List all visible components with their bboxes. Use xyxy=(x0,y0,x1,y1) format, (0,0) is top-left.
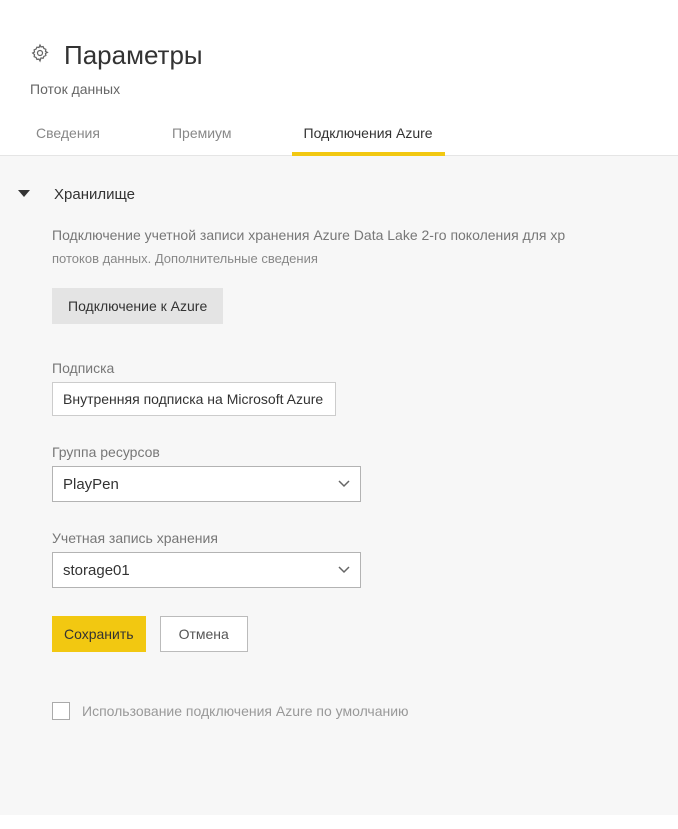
storage-description: Подключение учетной записи хранения Azur… xyxy=(52,227,648,243)
resource-group-select[interactable]: PlayPen xyxy=(52,466,361,502)
content-panel: Хранилище Подключение учетной записи хра… xyxy=(0,156,678,815)
storage-section-header[interactable]: Хранилище xyxy=(52,186,648,203)
chevron-down-icon xyxy=(338,478,350,490)
tabs: Сведения Премиум Подключения Azure xyxy=(0,115,678,156)
page-title: Параметры xyxy=(64,40,203,71)
resource-group-label: Группа ресурсов xyxy=(52,444,648,460)
page-header: Параметры xyxy=(0,0,678,81)
page-subtitle: Поток данных xyxy=(0,81,678,115)
connect-azure-button[interactable]: Подключение к Azure xyxy=(52,288,223,324)
chevron-down-icon xyxy=(338,564,350,576)
tab-premium[interactable]: Премиум xyxy=(166,115,238,155)
storage-account-select[interactable]: storage01 xyxy=(52,552,361,588)
storage-account-label: Учетная запись хранения xyxy=(52,530,648,546)
storage-section-title: Хранилище xyxy=(54,186,135,203)
resource-group-value: PlayPen xyxy=(63,476,119,493)
default-connection-label: Использование подключения Azure по умолч… xyxy=(82,703,409,719)
default-connection-checkbox[interactable] xyxy=(52,702,70,720)
subscription-label: Подписка xyxy=(52,360,648,376)
storage-description-more: потоков данных. Дополнительные сведения xyxy=(52,251,648,266)
subscription-input[interactable] xyxy=(52,382,336,416)
save-button[interactable]: Сохранить xyxy=(52,616,146,652)
gear-icon xyxy=(30,43,50,68)
tab-details[interactable]: Сведения xyxy=(30,115,106,155)
tab-azure-connections[interactable]: Подключения Azure xyxy=(298,115,439,155)
storage-account-value: storage01 xyxy=(63,562,130,579)
cancel-button[interactable]: Отмена xyxy=(160,616,248,652)
caret-down-icon xyxy=(18,190,30,197)
